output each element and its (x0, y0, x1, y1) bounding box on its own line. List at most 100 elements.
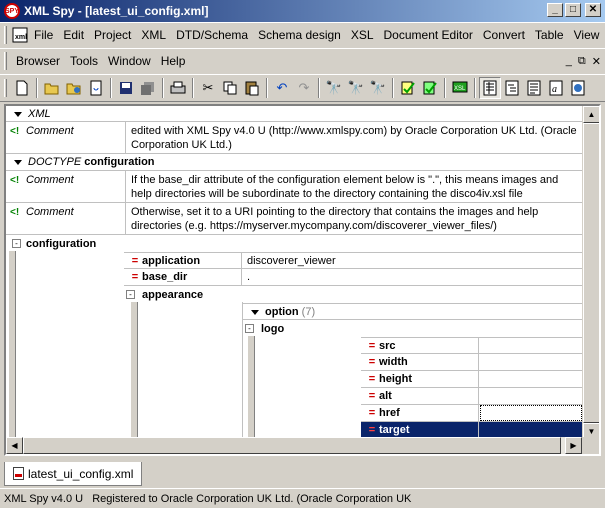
collapse-triangle-icon[interactable] (251, 309, 259, 315)
attribute-value[interactable] (480, 371, 582, 387)
menu-window[interactable]: Window (103, 54, 156, 68)
attribute-row[interactable]: = base_dir . (124, 269, 582, 286)
expand-toggle-icon[interactable]: - (245, 324, 254, 333)
find-next-icon[interactable]: 🔭 (345, 77, 367, 99)
menu-edit[interactable]: Edit (58, 28, 89, 42)
menu-grip[interactable] (4, 52, 7, 70)
xml-grid[interactable]: XML <! Comment edited with XML Spy v4.0 U… (6, 106, 582, 440)
menu-convert[interactable]: Convert (478, 28, 530, 42)
comment-text[interactable]: If the base_dir attribute of the configu… (127, 171, 582, 202)
grid-view-icon[interactable] (479, 77, 501, 99)
print-icon[interactable] (167, 77, 189, 99)
attribute-row[interactable]: = width (361, 354, 582, 371)
configuration-collapse-bar[interactable] (8, 251, 16, 440)
menu-table[interactable]: Table (530, 28, 569, 42)
attribute-icon: = (368, 340, 376, 352)
attribute-value[interactable] (480, 405, 582, 421)
xsl-transform-icon[interactable]: XSL (449, 77, 471, 99)
option-element[interactable]: option (7) (243, 303, 582, 320)
menu-help[interactable]: Help (156, 54, 191, 68)
replace-icon[interactable]: 🔭 (367, 77, 389, 99)
cut-icon[interactable]: ✂ (197, 77, 219, 99)
copy-icon[interactable] (219, 77, 241, 99)
attribute-value[interactable] (480, 388, 582, 404)
expand-toggle-icon[interactable]: - (126, 290, 135, 299)
document-tabs: latest_ui_config.xml (4, 462, 143, 486)
expand-toggle-icon[interactable]: - (12, 239, 21, 248)
redo-icon[interactable]: ↷ (293, 77, 315, 99)
menu-xsl[interactable]: XSL (346, 28, 379, 42)
comment-label: Comment (26, 174, 74, 186)
menu-xml[interactable]: XML (136, 28, 171, 42)
menu-view[interactable]: View (569, 28, 605, 42)
save-all-icon[interactable] (137, 77, 159, 99)
check-wellformed-icon[interactable] (397, 77, 419, 99)
attribute-row[interactable]: = application discoverer_viewer (124, 252, 582, 269)
element-name: logo (261, 323, 285, 335)
xml-file-icon (13, 467, 24, 480)
menu-schema-design[interactable]: Schema design (253, 28, 346, 42)
attribute-row[interactable]: = alt (361, 388, 582, 405)
grid-editor[interactable]: XML <! Comment edited with XML Spy v4.0 U… (4, 104, 601, 456)
xml-declaration-row[interactable]: XML (6, 106, 582, 122)
attribute-value[interactable]: discoverer_viewer (243, 253, 582, 268)
comment-row[interactable]: <! Comment If the base_dir attribute of t… (6, 171, 582, 203)
horizontal-scroll-thumb[interactable] (23, 437, 561, 454)
document-view-icon[interactable]: a (545, 77, 567, 99)
appearance-collapse-bar[interactable] (130, 302, 138, 440)
comment-icon: <! (10, 126, 20, 137)
attribute-value[interactable] (480, 338, 582, 353)
attribute-value[interactable] (480, 354, 582, 370)
comment-text[interactable]: Otherwise, set it to a URI pointing to t… (127, 203, 582, 234)
collapse-triangle-icon[interactable] (14, 111, 22, 117)
menu-project[interactable]: Project (89, 28, 136, 42)
browser-view-icon[interactable] (567, 77, 589, 99)
scroll-left-button[interactable]: ◀ (6, 437, 23, 454)
open-folder-icon[interactable] (41, 77, 63, 99)
vertical-scroll-thumb[interactable] (583, 123, 599, 423)
document-icon[interactable]: xml (11, 24, 29, 46)
new-file-icon[interactable] (11, 77, 33, 99)
schema-view-icon[interactable] (501, 77, 523, 99)
comment-text[interactable]: edited with XML Spy v4.0 U (http://www.x… (127, 122, 582, 153)
toolbar-grip[interactable] (4, 79, 7, 97)
paste-icon[interactable] (241, 77, 263, 99)
menu-tools[interactable]: Tools (65, 54, 103, 68)
vertical-scrollbar[interactable]: ▲ ▼ (582, 106, 599, 440)
mdi-minimize-button[interactable]: _ (566, 55, 572, 68)
comment-text-content: Otherwise, set it to a URI pointing to t… (131, 206, 539, 232)
menu-grip[interactable] (4, 26, 7, 44)
validate-icon[interactable] (419, 77, 441, 99)
logo-collapse-bar[interactable] (247, 336, 255, 440)
menu-file[interactable]: File (29, 28, 58, 42)
text-view-icon[interactable] (523, 77, 545, 99)
menu-document-editor[interactable]: Document Editor (379, 28, 478, 42)
close-button[interactable]: ✕ (585, 3, 601, 17)
attribute-value[interactable]: . (243, 269, 582, 285)
scroll-right-button[interactable]: ▶ (565, 437, 582, 454)
reload-icon[interactable] (85, 77, 107, 99)
mdi-close-button[interactable]: ✕ (592, 55, 601, 68)
attribute-row[interactable]: = height (361, 371, 582, 388)
minimize-button[interactable]: _ (547, 3, 563, 17)
scroll-up-button[interactable]: ▲ (583, 106, 599, 123)
status-text: XML Spy v4.0 U Registered to Oracle Corp… (4, 492, 412, 505)
maximize-button[interactable]: □ (565, 3, 581, 17)
toolbar-separator (162, 78, 164, 98)
menu-dtd-schema[interactable]: DTD/Schema (171, 28, 253, 42)
find-icon[interactable]: 🔭 (323, 77, 345, 99)
attribute-value[interactable] (480, 422, 582, 438)
open-url-icon[interactable] (63, 77, 85, 99)
attribute-row[interactable]: = href (361, 405, 582, 422)
save-icon[interactable] (115, 77, 137, 99)
comment-row[interactable]: <! Comment Otherwise, set it to a URI poi… (6, 203, 582, 235)
menu-browser[interactable]: Browser (11, 54, 65, 68)
comment-row[interactable]: <! Comment edited with XML Spy v4.0 U (ht… (6, 122, 582, 154)
mdi-restore-button[interactable]: ⧉ (578, 55, 586, 68)
tab-latest-ui-config[interactable]: latest_ui_config.xml (4, 462, 143, 486)
undo-icon[interactable]: ↶ (271, 77, 293, 99)
attribute-row[interactable]: = src (361, 337, 582, 354)
collapse-triangle-icon[interactable] (14, 159, 22, 165)
doctype-row[interactable]: DOCTYPE configuration (6, 154, 582, 171)
horizontal-scrollbar[interactable]: ◀ ▶ (6, 437, 582, 454)
